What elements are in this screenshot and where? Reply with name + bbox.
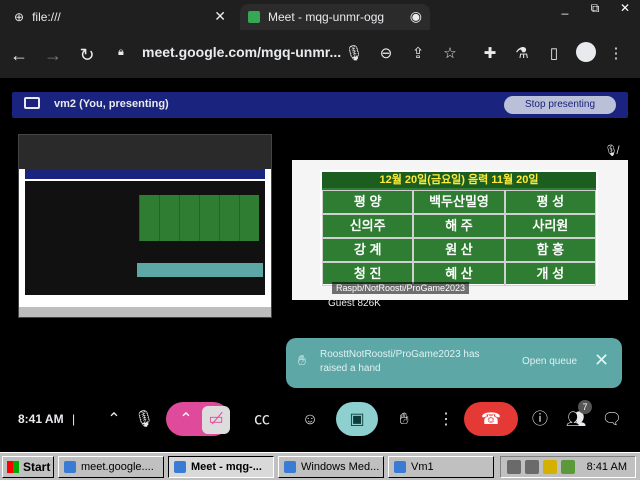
board-caption: Raspb/NotRoosti/ProGame2023 bbox=[332, 282, 470, 294]
microphone-button[interactable]: 🎙︎ bbox=[130, 406, 158, 434]
close-window-button[interactable]: ✕ bbox=[610, 0, 640, 18]
participant-tile[interactable]: 12월 20일(금요일) 음력 11월 20일 평 양 백두산밀영 평 성 신의… bbox=[292, 160, 628, 300]
board-cell: 원 산 bbox=[413, 238, 505, 262]
address-bar[interactable]: meet.google.com/mgq-unmr... bbox=[142, 44, 341, 60]
taskbar-item[interactable]: Windows Med... bbox=[278, 456, 384, 478]
board-header: 12월 20일(금요일) 음력 11월 20일 bbox=[322, 172, 596, 188]
raise-hand-button[interactable]: ✋︎ bbox=[390, 406, 418, 434]
screen-share-preview bbox=[18, 134, 272, 318]
stop-presenting-button[interactable]: Stop presenting bbox=[504, 96, 616, 114]
raised-hand-notification: ✋︎ RoosttNotRoosti/ProGame2023 has raise… bbox=[286, 338, 622, 388]
hand-icon: ✋︎ bbox=[298, 352, 306, 368]
globe-icon: ⊕ bbox=[14, 10, 25, 24]
volume-icon[interactable] bbox=[525, 460, 539, 474]
board-row: 신의주 해 주 사리원 bbox=[322, 214, 596, 238]
shared-present-bar bbox=[25, 169, 265, 179]
board-cell: 함 흥 bbox=[504, 238, 596, 262]
shared-browser-chrome bbox=[19, 135, 271, 169]
shared-notification bbox=[137, 263, 263, 277]
window-controls: _ ⧉ ✕ bbox=[550, 0, 640, 18]
close-notification-icon[interactable]: ✕ bbox=[594, 350, 609, 371]
chat-button[interactable]: 🗨︎ bbox=[598, 406, 626, 434]
camera-off-button[interactable]: ▭̸ bbox=[202, 406, 230, 434]
microphone-icon[interactable]: 🎙︎ bbox=[344, 44, 364, 62]
board-cell: 개 성 bbox=[504, 262, 596, 286]
taskbar-item[interactable]: Vm1 bbox=[388, 456, 494, 478]
mic-off-icon: 🎙︎̸ bbox=[604, 145, 618, 157]
bookmark-star-icon[interactable]: ☆ bbox=[440, 44, 460, 62]
network-icon[interactable] bbox=[561, 460, 575, 474]
keyboard-icon[interactable] bbox=[507, 460, 521, 474]
phone-hangup-icon: ☎ bbox=[481, 411, 501, 428]
close-tab-icon[interactable]: ✕ bbox=[214, 8, 226, 25]
present-screen-icon: ▣ bbox=[349, 411, 365, 428]
present-screen-icon bbox=[24, 97, 40, 109]
tab-title: file:/// bbox=[32, 10, 61, 24]
close-tab-icon[interactable]: ◉ bbox=[410, 8, 422, 25]
share-icon[interactable]: ⇪ bbox=[408, 44, 428, 62]
browser-toolbar: ← → ↻ 🔒︎ meet.google.com/mgq-unmr... 🎙︎ … bbox=[0, 36, 640, 74]
more-options-button[interactable]: ⋮ bbox=[432, 406, 460, 434]
avatar[interactable] bbox=[576, 42, 596, 62]
board-cell: 평 양 bbox=[322, 190, 414, 214]
presenting-label: vm2 (You, presenting) bbox=[54, 98, 169, 110]
board-cell: 신의주 bbox=[322, 214, 414, 238]
schedule-board: 12월 20일(금요일) 음력 11월 20일 평 양 백두산밀영 평 성 신의… bbox=[320, 170, 598, 286]
lock-icon: 🔒︎ bbox=[118, 46, 124, 58]
taskbar-clock: 8:41 AM bbox=[586, 461, 627, 473]
maximize-button[interactable]: ⧉ bbox=[580, 0, 610, 18]
presenting-banner: vm2 (You, presenting) Stop presenting bbox=[12, 92, 628, 118]
board-cell: 사리원 bbox=[504, 214, 596, 238]
side-panel-icon[interactable]: ▯ bbox=[544, 44, 564, 62]
board-cell: 강 계 bbox=[322, 238, 414, 262]
shared-taskbar bbox=[19, 307, 271, 317]
menu-kebab-icon[interactable]: ⋮ bbox=[606, 44, 626, 62]
tab-meet[interactable]: Meet - mqg-unmr-ogg ◉ bbox=[240, 4, 430, 30]
taskbar-item[interactable]: Meet - mqg-... bbox=[168, 456, 274, 478]
meet-stage: vm2 (You, presenting) Stop presenting 12… bbox=[0, 78, 640, 452]
zoom-icon[interactable]: ⊖ bbox=[376, 44, 396, 62]
tab-title: Meet - mqg-unmr-ogg bbox=[268, 10, 385, 24]
security-shield-icon[interactable] bbox=[543, 460, 557, 474]
notification-text: RoosttNotRoosti/ProGame2023 has raised a… bbox=[320, 349, 480, 374]
chevron-up-icon[interactable]: ⌃ bbox=[100, 406, 128, 434]
taskbar-item[interactable]: meet.google.... bbox=[58, 456, 164, 478]
system-tray: 8:41 AM bbox=[500, 456, 636, 478]
windows-taskbar: Start meet.google.... Meet - mqg-... Win… bbox=[0, 452, 640, 480]
forward-icon[interactable]: → bbox=[38, 40, 68, 70]
board-cell: 평 성 bbox=[504, 190, 596, 214]
shared-board-grid bbox=[139, 195, 259, 241]
divider: | bbox=[72, 412, 76, 426]
meet-favicon-icon bbox=[248, 11, 260, 23]
emoji-button[interactable]: ☺ bbox=[296, 406, 324, 434]
board-row: 강 계 원 산 함 흥 bbox=[322, 238, 596, 262]
people-count-badge: 7 bbox=[578, 400, 592, 414]
meeting-time: 8:41 AM bbox=[18, 412, 64, 426]
camera-options-chevron-icon[interactable]: ⌃ bbox=[172, 406, 200, 434]
tab-file[interactable]: ⊕ file:/// ✕ bbox=[14, 4, 234, 30]
board-cell: 백두산밀영 bbox=[413, 190, 505, 214]
minimize-button[interactable]: _ bbox=[550, 0, 580, 18]
browser-chrome: ⊕ file:/// ✕ Meet - mqg-unmr-ogg ◉ _ ⧉ ✕… bbox=[0, 0, 640, 78]
back-icon[interactable]: ← bbox=[4, 40, 34, 70]
open-queue-button[interactable]: Open queue bbox=[522, 356, 577, 367]
start-button[interactable]: Start bbox=[2, 456, 54, 478]
participant-name: Guest 826K bbox=[328, 298, 381, 309]
board-row: 평 양 백두산밀영 평 성 bbox=[322, 190, 596, 214]
extensions-icon[interactable]: ✚ bbox=[480, 44, 500, 62]
labs-flask-icon[interactable]: ⚗ bbox=[512, 44, 532, 62]
reload-icon[interactable]: ↻ bbox=[72, 40, 102, 70]
captions-button[interactable]: ㏄ bbox=[248, 406, 276, 434]
board-cell: 해 주 bbox=[413, 214, 505, 238]
info-button[interactable]: ⓘ bbox=[526, 406, 554, 434]
meet-controls: 8:41 AM | ⌃ 🎙︎ ⌃ ▭̸ ㏄ ☺ ▣ ✋︎ ⋮ ☎ ⓘ 👥︎ 7 … bbox=[0, 400, 640, 438]
